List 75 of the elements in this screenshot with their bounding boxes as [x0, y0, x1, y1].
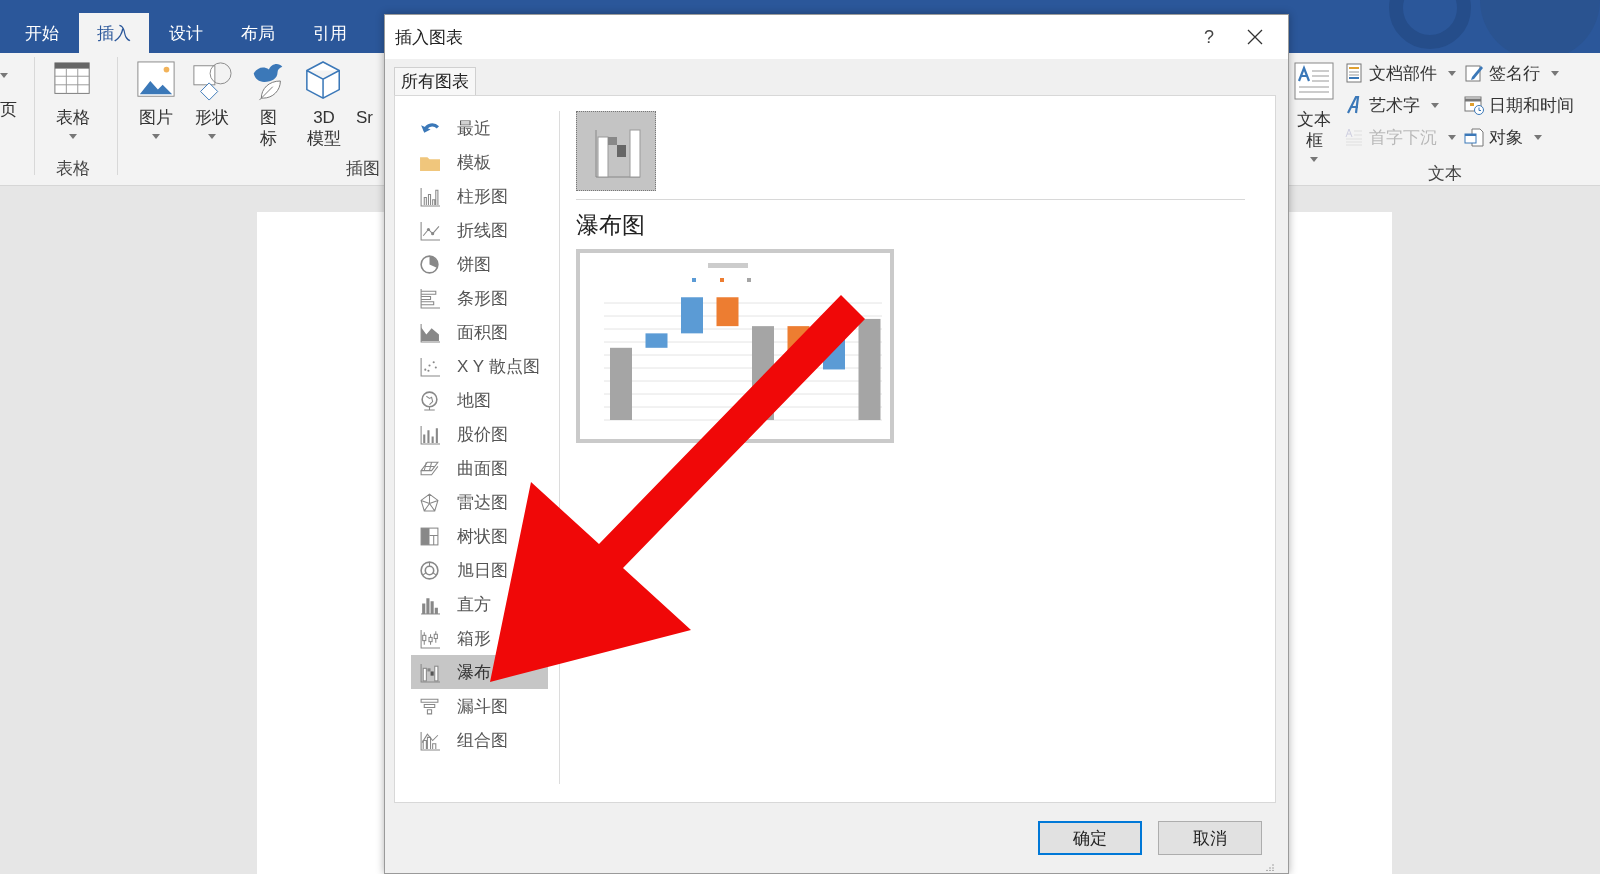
title-placeholder [708, 263, 748, 268]
ribbon-button[interactable]: 形状 [188, 53, 236, 157]
chart-type-item[interactable]: 模板 [411, 145, 495, 179]
ribbon-button[interactable]: 日期和时间 [1462, 89, 1600, 121]
chart-type-item[interactable]: 雷达图 [411, 485, 512, 519]
chart-type-item[interactable]: 箱形 [411, 621, 495, 655]
chart-type-item[interactable]: 旭日图 [411, 553, 512, 587]
group-label: 文本 [1427, 163, 1463, 185]
ribbon-button[interactable]: 对象 [1462, 121, 1600, 153]
stock-chart-icon [419, 423, 440, 445]
waterfall-chart-icon [419, 661, 440, 683]
treemap-icon [419, 525, 440, 547]
ribbon-tab[interactable]: 布局 [223, 13, 293, 53]
ribbon-button[interactable]: 签名行 [1462, 57, 1600, 89]
calendar-clock-icon [1464, 95, 1484, 115]
pie-chart-icon [419, 253, 440, 275]
chart-type-item[interactable]: 饼图 [411, 247, 495, 281]
legend-swatch [747, 278, 751, 282]
chart-type-heading: 瀑布图 [576, 211, 646, 240]
dialog-title: 插入图表 [395, 26, 464, 49]
ribbon-button[interactable]: 艺术字 [1342, 89, 1462, 121]
help-button[interactable]: ? [1186, 17, 1232, 57]
shapes-icon [192, 59, 232, 103]
chart-type-item[interactable]: 直方 [411, 587, 495, 621]
chart-type-item[interactable]: 地图 [411, 383, 495, 417]
line-chart-icon [419, 219, 440, 241]
column-chart-icon [419, 185, 440, 207]
chart-type-item[interactable]: 柱形图 [411, 179, 512, 213]
group-label: 插图 [345, 158, 381, 180]
chart-subtype-button[interactable] [576, 111, 656, 191]
ribbon-tab[interactable]: 引用 [295, 13, 365, 53]
legend-swatch [720, 278, 724, 282]
chart-type-item[interactable]: X Y 散点图 [411, 349, 544, 383]
box-plot-icon [419, 627, 440, 649]
chart-type-item[interactable]: 条形图 [411, 281, 512, 315]
chart-type-item[interactable]: 曲面图 [411, 451, 512, 485]
ribbon-button[interactable]: 3D 模型 [300, 53, 348, 157]
waterfall-bar [681, 297, 703, 334]
waterfall-bar [716, 297, 739, 327]
legend-swatch [692, 278, 696, 282]
area-chart-icon [419, 321, 440, 343]
waterfall-bar [645, 333, 668, 348]
pen-and-page-icon [1464, 63, 1484, 83]
chart-type-item[interactable]: 组合图 [411, 723, 512, 757]
document-icon [1344, 63, 1364, 83]
ribbon-button[interactable]: 文档部件 [1342, 57, 1462, 89]
radar-chart-icon [419, 491, 440, 513]
scatter-chart-icon [419, 355, 440, 377]
globe-icon [419, 389, 440, 411]
ribbon-button[interactable]: Sr [356, 53, 377, 157]
bar-chart-icon [419, 287, 440, 309]
chart-type-item[interactable]: 漏斗图 [411, 689, 512, 723]
ribbon-button[interactable]: 图片 [132, 53, 180, 157]
group-label: 表格 [55, 158, 91, 180]
chart-type-item[interactable]: 树状图 [411, 519, 512, 553]
dialog-button[interactable]: 确定 [1038, 821, 1142, 855]
caret-icon [0, 73, 8, 78]
chart-type-item[interactable]: 折线图 [411, 213, 512, 247]
object-window-icon [1464, 127, 1484, 147]
ribbon-tab[interactable]: 开始 [7, 13, 77, 53]
ribbon-tab[interactable]: 设计 [151, 13, 221, 53]
chart-type-item[interactable]: 面积图 [411, 315, 512, 349]
dialog-tab[interactable]: 所有图表 [394, 67, 476, 95]
sunburst-icon [419, 559, 440, 581]
chart-type-item[interactable]: 股价图 [411, 417, 512, 451]
drop-cap-icon [1344, 127, 1364, 147]
ribbon-tab[interactable]: 插入 [79, 13, 149, 53]
ribbon-button[interactable]: 文本框 [1290, 53, 1338, 162]
combo-chart-icon [419, 729, 440, 751]
ribbon-button[interactable]: 图标 [244, 53, 292, 157]
resize-grip-icon [1266, 863, 1274, 871]
close-icon [1247, 29, 1263, 45]
dialog-button[interactable]: 取消 [1158, 821, 1262, 855]
chart-type-item[interactable]: 最近 [411, 111, 495, 145]
ribbon-button[interactable]: 表格 [49, 53, 97, 157]
